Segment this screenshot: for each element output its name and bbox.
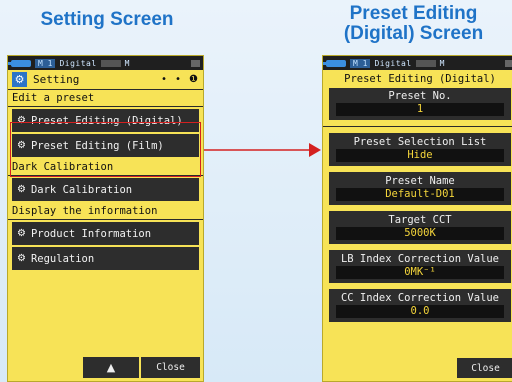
close-button[interactable]: Close [141,357,200,378]
divider [323,126,512,127]
caption-line-1: Preset Editing [349,3,478,24]
regulation-button[interactable]: ⚙ Regulation [12,247,199,270]
field-label: Preset Name [385,175,455,187]
caption-line-2: (Digital) Screen [343,22,484,44]
close-button[interactable]: Close [457,358,512,378]
settings-icon: ⚙ [12,72,27,87]
selection-highlight [10,122,201,177]
section-edit-preset: Edit a preset [8,90,203,107]
menu-label: Dark Calibration [30,183,133,196]
lb-index-correction-field[interactable]: LB Index Correction Value 0MK⁻¹ [329,250,511,283]
status-label: Digital [59,58,97,68]
field-value: 5000K [336,227,504,240]
menu-label: Product Information [30,227,152,240]
field-label: LB Index Correction Value [340,253,500,265]
bottom-bar: ▲ Close [8,357,203,381]
page-indicator: • • ❶ [160,74,199,85]
preset-editing-screen-caption: Preset Editing (Digital) Screen [315,4,512,44]
status-bar: M 1 Digital M [8,56,203,70]
field-value: Default-D01 [336,188,504,201]
preset-selection-list-field[interactable]: Preset Selection List Hide [329,133,511,166]
field-label: Preset Selection List [353,136,487,148]
status-indicator [100,59,121,67]
field-value: 1 [336,103,504,116]
preset-name-field[interactable]: Preset Name Default-D01 [329,172,511,205]
gear-icon: ⚙ [17,184,26,195]
field-value: Hide [336,149,504,162]
target-cct-field[interactable]: Target CCT 5000K [329,211,511,244]
screen-title-bar: ⚙ Setting • • ❶ [8,70,203,90]
field-label: Preset No. [388,90,452,102]
setting-screen: M 1 Digital M ⚙ Setting • • ❶ Edit a pre… [7,55,204,382]
section-display-info: Display the information [8,203,203,220]
dark-calibration-button[interactable]: ⚙ Dark Calibration [12,178,199,201]
preset-no-field[interactable]: Preset No. 1 [329,88,511,120]
status-mode: M 1 [350,58,371,68]
screen-title: Setting [33,73,80,86]
menu-label: Regulation [30,252,95,265]
navigation-arrow [204,143,321,157]
field-value: 0.0 [336,305,504,318]
status-right-icon [191,59,200,67]
battery-icon [8,59,31,67]
screen-title: Preset Editing (Digital) [344,73,496,85]
setting-screen-caption: Setting Screen [40,9,174,30]
status-label: Digital [374,58,412,68]
status-right-icon [505,59,512,67]
status-mark: M [439,58,445,68]
field-label: Target CCT [388,214,452,226]
field-label: CC Index Correction Value [340,292,500,304]
field-value: 0MK⁻¹ [336,266,504,279]
status-indicator [415,59,436,67]
gear-icon: ⚙ [17,253,26,264]
battery-icon [323,59,346,67]
status-mode: M 1 [35,58,56,68]
cc-index-correction-field[interactable]: CC Index Correction Value 0.0 [329,289,511,322]
preset-editing-screen: M 1 Digital M Preset Editing (Digital) P… [322,55,512,382]
scroll-up-button[interactable]: ▲ [83,357,139,378]
status-bar: M 1 Digital M [323,56,512,70]
gear-icon: ⚙ [17,228,26,239]
status-mark: M [124,58,130,68]
product-information-button[interactable]: ⚙ Product Information [12,222,199,245]
